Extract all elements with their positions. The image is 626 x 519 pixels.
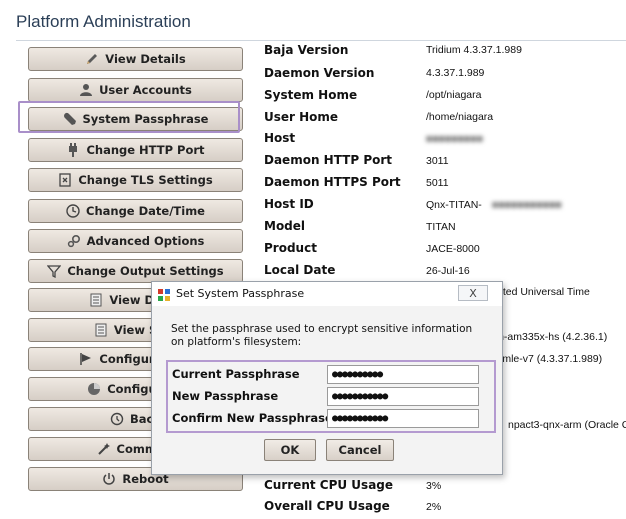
change-http-port-button[interactable]: Change HTTP Port	[28, 138, 243, 162]
advanced-options-label: Advanced Options	[86, 234, 205, 248]
property-value: /opt/niagara	[426, 89, 482, 101]
host-value-redacted: ■■■■■■■■■	[426, 133, 484, 145]
new-passphrase-label: New Passphrase	[172, 389, 279, 403]
property-value: 3011	[426, 155, 449, 167]
property-value: Tridium 4.3.37.1.989	[426, 44, 522, 56]
property-key: Model	[264, 219, 306, 233]
history-icon	[110, 412, 124, 426]
property-value: TITAN	[426, 221, 456, 233]
property-key: Current CPU Usage	[264, 478, 394, 492]
wand-icon	[97, 442, 111, 456]
clock-icon	[66, 204, 80, 218]
plug-icon	[66, 143, 80, 157]
property-key: Host	[264, 131, 296, 145]
confirm-new-passphrase-label: Confirm New Passphrase	[172, 411, 333, 425]
property-key: User Home	[264, 110, 339, 124]
arch-value-partial: armle-v7 (4.3.37.1.989)	[493, 353, 603, 365]
change-tls-settings-label: Change TLS Settings	[78, 173, 213, 187]
dialog-title: Set System Passphrase	[176, 287, 305, 300]
property-value: 3%	[426, 480, 442, 492]
network-icon	[87, 382, 101, 396]
property-value: JACE-8000	[426, 243, 480, 255]
change-date-time-label: Change Date/Time	[86, 204, 205, 218]
property-value: /home/niagara	[426, 111, 494, 123]
user-icon	[79, 83, 93, 97]
view-details-button[interactable]: View Details	[28, 47, 243, 71]
property-key: Daemon HTTP Port	[264, 153, 393, 167]
dialog-titlebar[interactable]: Set System Passphrase X	[152, 282, 502, 306]
property-key: Daemon HTTPS Port	[264, 175, 401, 189]
property-value: 5011	[426, 177, 449, 189]
current-passphrase-label: Current Passphrase	[172, 367, 300, 381]
current-passphrase-field[interactable]: ●●●●●●●●●●	[327, 365, 479, 384]
property-value: 2%	[426, 501, 442, 513]
view-details-label: View Details	[105, 52, 186, 66]
property-key: System Home	[264, 88, 358, 102]
system-passphrase-highlight	[18, 101, 240, 133]
niagara-app-icon	[157, 287, 171, 301]
user-accounts-button[interactable]: User Accounts	[28, 78, 243, 102]
advanced-options-button[interactable]: Advanced Options	[28, 229, 243, 253]
property-key: Host ID	[264, 197, 314, 211]
close-button[interactable]: X	[458, 285, 488, 301]
property-key: Daemon Version	[264, 66, 375, 80]
host-id-redacted: ■■■■■■■■■■■	[492, 199, 562, 211]
tls-icon	[58, 173, 72, 187]
change-output-settings-button[interactable]: Change Output Settings	[28, 259, 243, 283]
document-icon	[94, 323, 108, 337]
new-passphrase-field[interactable]: ●●●●●●●●●●●	[327, 387, 479, 406]
change-tls-settings-button[interactable]: Change TLS Settings	[28, 168, 243, 192]
property-key: Baja Version	[264, 43, 349, 57]
title-divider	[16, 40, 626, 41]
change-output-settings-label: Change Output Settings	[67, 264, 224, 278]
property-key: Overall CPU Usage	[264, 499, 390, 513]
page-title: Platform Administration	[16, 12, 191, 31]
set-system-passphrase-dialog: Set System Passphrase X Set the passphra…	[151, 281, 503, 475]
property-key: Product	[264, 241, 317, 255]
property-value: 4.3.37.1.989	[426, 67, 485, 79]
timezone-value-partial: ated Universal Time	[497, 286, 590, 298]
change-http-port-label: Change HTTP Port	[86, 143, 205, 157]
change-date-time-button[interactable]: Change Date/Time	[28, 199, 243, 223]
cancel-button[interactable]: Cancel	[326, 439, 394, 461]
document-icon	[89, 293, 103, 307]
property-value: 26-Jul-16	[426, 265, 470, 277]
dialog-message: Set the passphrase used to encrypt sensi…	[171, 323, 473, 348]
pencil-icon	[85, 52, 99, 66]
confirm-new-passphrase-field[interactable]: ●●●●●●●●●●●	[327, 409, 479, 428]
jvm-value-partial: npact3-qnx-arm (Oracle C	[508, 419, 626, 431]
property-key: Local Date	[264, 263, 336, 277]
property-value: Qnx-TITAN-	[426, 199, 482, 211]
flag-icon	[79, 352, 93, 366]
os-value-partial: itan-am335x-hs (4.2.36.1)	[487, 331, 608, 343]
filter-icon	[47, 264, 62, 278]
close-icon: X	[469, 286, 477, 300]
user-accounts-label: User Accounts	[99, 83, 192, 97]
gears-icon	[67, 234, 81, 248]
power-icon	[102, 472, 116, 486]
ok-button[interactable]: OK	[264, 439, 316, 461]
